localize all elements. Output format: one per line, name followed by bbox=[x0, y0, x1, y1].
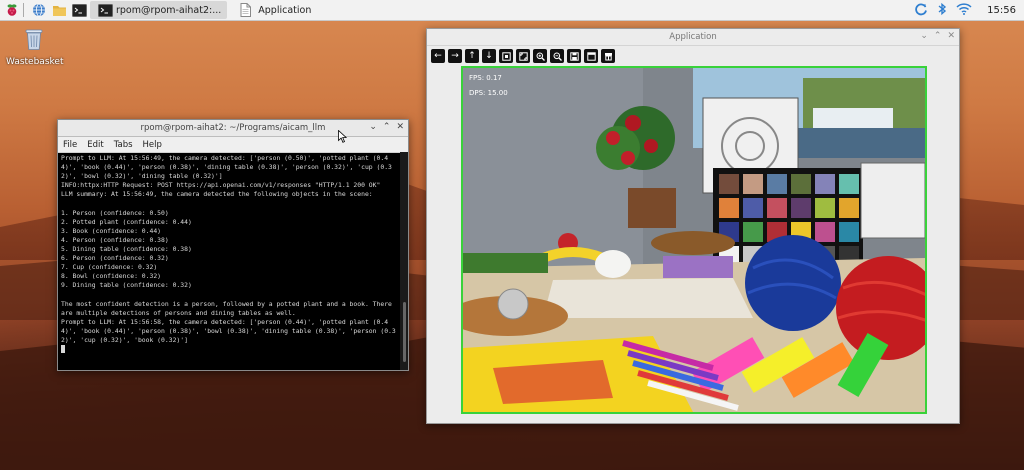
panel-separator bbox=[23, 3, 24, 17]
terminal-line: 6. Person (confidence: 0.32) bbox=[61, 254, 169, 263]
zoom-out-icon[interactable] bbox=[550, 49, 564, 63]
terminal-line: 8. Bowl (confidence: 0.32) bbox=[61, 272, 162, 281]
system-tray: 15:56 bbox=[914, 2, 1024, 19]
text-cursor bbox=[61, 344, 65, 353]
arrow-right-icon[interactable]: → bbox=[448, 49, 462, 63]
arrow-up-icon[interactable]: ↑ bbox=[465, 49, 479, 63]
refresh-icon[interactable] bbox=[914, 2, 928, 19]
camera-frame[interactable]: FPS: 0.17 DPS: 15.00 bbox=[461, 66, 927, 414]
camera-image bbox=[463, 68, 925, 412]
menu-help[interactable]: Help bbox=[143, 140, 162, 150]
clock[interactable]: 15:56 bbox=[987, 5, 1016, 16]
terminal-window[interactable]: rpom@rpom-aihat2: ~/Programs/aicam_llm ⌄… bbox=[57, 119, 409, 371]
scrollbar-thumb[interactable] bbox=[403, 302, 406, 362]
dps-overlay: DPS: 15.00 bbox=[469, 89, 508, 97]
terminal-line: LLM summary: At 15:56:49, the camera det… bbox=[61, 190, 373, 199]
menu-file[interactable]: File bbox=[63, 140, 77, 150]
terminal-icon[interactable] bbox=[71, 2, 87, 18]
terminal-scrollbar[interactable] bbox=[400, 152, 408, 370]
close-icon[interactable]: ✕ bbox=[947, 31, 955, 41]
terminal-line: Prompt to LLM: At 15:56:58, the camera d… bbox=[61, 317, 396, 344]
file-manager-icon[interactable] bbox=[51, 2, 67, 18]
bluetooth-icon[interactable] bbox=[937, 2, 947, 19]
taskbar-item-label: Application bbox=[258, 4, 312, 16]
zoom-box-icon[interactable] bbox=[499, 49, 513, 63]
zoom-in-icon[interactable] bbox=[533, 49, 547, 63]
top-panel: rpom@rpom-aihat2:... Application 15:56 bbox=[0, 0, 1024, 21]
maximize-icon[interactable]: ⌃ bbox=[383, 122, 391, 132]
image-toolbar: ← → ↑ ↓ bbox=[427, 47, 959, 65]
document-icon bbox=[237, 2, 253, 18]
window-title: Application bbox=[669, 32, 717, 42]
minimize-icon[interactable]: ⌄ bbox=[920, 31, 928, 41]
zoom-fit-icon[interactable] bbox=[516, 49, 530, 63]
window-title: rpom@rpom-aihat2: ~/Programs/aicam_llm bbox=[140, 123, 326, 133]
arrow-down-icon[interactable]: ↓ bbox=[482, 49, 496, 63]
arrow-left-icon[interactable]: ← bbox=[431, 49, 445, 63]
terminal-line: 5. Dining table (confidence: 0.38) bbox=[61, 244, 192, 253]
terminal-menubar: File Edit Tabs Help bbox=[58, 137, 408, 153]
taskbar-item-label: rpom@rpom-aihat2:... bbox=[116, 4, 222, 16]
raspberry-menu-icon[interactable] bbox=[4, 2, 20, 18]
terminal-line: Prompt to LLM: At 15:56:49, the camera d… bbox=[61, 154, 392, 181]
minimize-icon[interactable]: ⌄ bbox=[369, 122, 377, 132]
terminal-line: 1. Person (confidence: 0.50) bbox=[61, 208, 169, 217]
application-titlebar[interactable]: Application ⌄ ⌃ ✕ bbox=[427, 29, 959, 46]
terminal-line: 9. Dining table (confidence: 0.32) bbox=[61, 281, 192, 290]
wifi-icon[interactable] bbox=[956, 2, 972, 18]
terminal-line: 4. Person (confidence: 0.38) bbox=[61, 235, 169, 244]
terminal-line: 7. Cup (confidence: 0.32) bbox=[61, 263, 158, 272]
save-icon[interactable] bbox=[567, 49, 581, 63]
terminal-icon bbox=[97, 2, 113, 18]
taskbar-item-terminal[interactable]: rpom@rpom-aihat2:... bbox=[90, 1, 228, 19]
terminal-line: 3. Book (confidence: 0.44) bbox=[61, 226, 162, 235]
browser-icon[interactable] bbox=[31, 2, 47, 18]
desktop-icon-wastebasket[interactable]: Wastebasket bbox=[6, 27, 64, 67]
terminal-line: INFO:httpx:HTTP Request: POST https://ap… bbox=[61, 181, 381, 190]
terminal-titlebar[interactable]: rpom@rpom-aihat2: ~/Programs/aicam_llm ⌄… bbox=[58, 120, 408, 137]
taskbar-item-application[interactable]: Application bbox=[230, 1, 317, 19]
desktop-icon-label: Wastebasket bbox=[6, 57, 64, 67]
terminal-line: The most confident detection is a person… bbox=[61, 299, 396, 317]
menu-edit[interactable]: Edit bbox=[87, 140, 103, 150]
trash-icon bbox=[23, 29, 45, 55]
properties-icon[interactable] bbox=[601, 49, 615, 63]
mouse-pointer-icon bbox=[338, 130, 347, 143]
maximize-icon[interactable]: ⌃ bbox=[934, 31, 942, 41]
close-icon[interactable]: ✕ bbox=[396, 122, 404, 132]
fps-overlay: FPS: 0.17 bbox=[469, 74, 502, 82]
copy-icon[interactable] bbox=[584, 49, 598, 63]
menu-tabs[interactable]: Tabs bbox=[114, 140, 133, 150]
terminal-line: 2. Potted plant (confidence: 0.44) bbox=[61, 217, 192, 226]
terminal-output[interactable]: Prompt to LLM: At 15:56:49, the camera d… bbox=[58, 152, 400, 370]
application-window[interactable]: Application ⌄ ⌃ ✕ ← → ↑ ↓ FPS: 0.17 DPS:… bbox=[426, 28, 960, 424]
